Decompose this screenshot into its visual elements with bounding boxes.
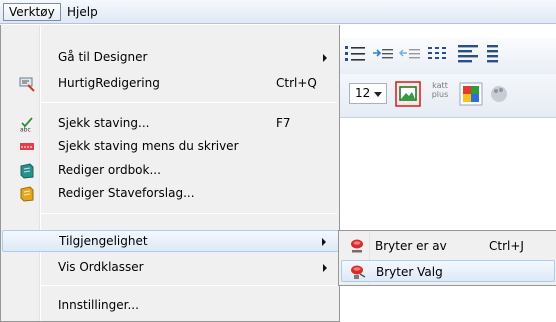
quick-edit-icon xyxy=(19,77,35,92)
menu-item-label: Rediger Staveforslag... xyxy=(58,186,195,200)
verktoy-menu: Gå til Designer HurtigRedigering Ctrl+Q … xyxy=(0,25,340,322)
submenu-item-shortcut: Ctrl+J xyxy=(489,239,524,253)
font-size-select[interactable]: 12 xyxy=(349,83,387,104)
menu-item-label: Innstillinger... xyxy=(58,298,139,312)
switch-options-icon xyxy=(351,265,366,279)
menu-item-label: Sjekk staving... xyxy=(58,116,150,130)
menu-item-label: HurtigRedigering xyxy=(58,76,160,90)
menu-item-label: Gå til Designer xyxy=(58,50,148,64)
menu-item-vis-ordklasser[interactable]: Vis Ordklasser xyxy=(2,257,339,279)
menu-item-hurtigredigering[interactable]: HurtigRedigering Ctrl+Q xyxy=(2,73,339,95)
kattplus-label-bottom: plus xyxy=(431,90,449,99)
menu-separator xyxy=(41,285,337,286)
menu-item-rediger-ordbok[interactable]: Rediger ordbok... xyxy=(2,160,339,182)
submenu-arrow-icon xyxy=(322,238,326,246)
color-blocks-icon[interactable] xyxy=(459,82,483,106)
palette-icon[interactable] xyxy=(490,84,508,104)
menu-hjelp[interactable]: Hjelp xyxy=(61,3,104,21)
menu-item-label: Rediger ordbok... xyxy=(58,163,161,177)
submenu-item-label: Bryter er av xyxy=(375,239,447,253)
spellcheck-abc-icon: abc xyxy=(20,117,33,133)
submenu-arrow-icon xyxy=(323,54,327,62)
tilgjengelighet-submenu: Bryter er av Ctrl+J Bryter Valg xyxy=(338,230,556,286)
submenu-item-bryter-er-av[interactable]: Bryter er av Ctrl+J xyxy=(341,235,555,257)
chevron-down-icon xyxy=(374,92,382,97)
menu-item-sjekk-staving[interactable]: abc Sjekk staving... F7 xyxy=(2,113,339,135)
submenu-item-label: Bryter Valg xyxy=(376,265,443,279)
submenu-item-bryter-valg[interactable]: Bryter Valg xyxy=(341,260,555,282)
bullet-list-icon[interactable] xyxy=(344,44,366,62)
kattplus-label-top: katt xyxy=(432,81,448,90)
menu-item-sjekk-staving-mens-du-skriver[interactable]: Sjekk staving mens du skriver xyxy=(2,136,339,158)
menu-item-label: Tilgjengelighet xyxy=(59,234,148,248)
menu-bar: Verktøy Hjelp xyxy=(0,0,556,24)
menu-item-label: Vis Ordklasser xyxy=(58,260,144,274)
align-left-icon[interactable] xyxy=(457,43,479,63)
columns-icon[interactable] xyxy=(427,44,449,62)
menu-separator xyxy=(41,102,337,103)
menu-item-shortcut: Ctrl+Q xyxy=(276,76,317,90)
menu-item-rediger-staveforslag[interactable]: Rediger Staveforslag... xyxy=(2,183,339,205)
submenu-arrow-icon xyxy=(323,264,327,272)
spelling-suggestions-icon xyxy=(20,186,34,202)
menu-item-tilgjengelighet[interactable]: Tilgjengelighet xyxy=(2,230,339,252)
menu-separator xyxy=(41,213,337,214)
switch-off-icon xyxy=(351,239,363,253)
formatting-toolbar xyxy=(340,38,556,74)
menu-item-label: Sjekk staving mens du skriver xyxy=(58,139,239,153)
svg-text:abc: abc xyxy=(20,127,31,133)
menu-item-innstillinger[interactable]: Innstillinger... xyxy=(2,295,339,317)
image-icon[interactable] xyxy=(395,81,421,107)
font-size-value: 12 xyxy=(355,86,371,100)
spellcheck-live-icon xyxy=(20,143,34,150)
increase-indent-icon[interactable] xyxy=(372,44,394,62)
dictionary-icon xyxy=(20,163,34,179)
menu-verktoy[interactable]: Verktøy xyxy=(3,3,61,21)
decrease-indent-icon[interactable] xyxy=(399,44,421,62)
kattplus-button[interactable]: katt plus xyxy=(429,81,451,107)
align-center-icon[interactable] xyxy=(486,43,498,63)
menu-item-shortcut: F7 xyxy=(276,116,291,130)
menu-item-ga-til-designer[interactable]: Gå til Designer xyxy=(2,47,339,69)
